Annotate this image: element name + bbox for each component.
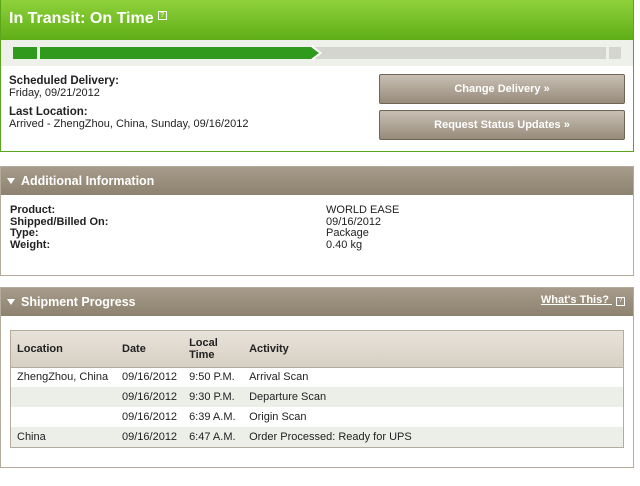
type-value: Package (326, 227, 369, 239)
delivery-info: Scheduled Delivery: Friday, 09/21/2012 L… (9, 75, 369, 137)
status-title: In Transit: On Time (9, 10, 154, 27)
change-delivery-button[interactable]: Change Delivery » (379, 74, 625, 104)
scheduled-delivery-label: Scheduled Delivery: (9, 75, 119, 87)
cell-location: China (17, 431, 46, 443)
cell-time: 9:50 P.M. (189, 371, 235, 384)
cell-location (11, 407, 116, 427)
cell-date: 09/16/2012 (122, 411, 178, 423)
table-row: ZhengZhou, China 09/16/2012 9:50 P.M. Ar… (11, 367, 623, 387)
product-label: Product: (10, 204, 56, 216)
help-icon[interactable]: ? (157, 11, 167, 20)
cell-date: 09/16/2012 (122, 391, 178, 403)
shipment-progress-table: Location Date Local Time Activity ZhengZ… (10, 330, 624, 448)
cell-activity: Departure Scan (249, 391, 327, 403)
progress-end-divider (606, 47, 609, 59)
additional-information-header[interactable]: Additional Information (1, 167, 633, 195)
weight-label: Weight: (10, 238, 51, 251)
shipment-progress-section: Shipment Progress What's This? ? Locatio… (0, 287, 634, 468)
table-row: 09/16/2012 9:30 P.M. Departure Scan (11, 387, 623, 407)
product-value: WORLD EASE (326, 204, 400, 216)
column-header-location: Location (11, 331, 116, 368)
shipment-progress-title: Shipment Progress (21, 295, 136, 309)
additional-information-section: Additional Information Product: Shipped/… (0, 166, 634, 276)
additional-information-details: Product: Shipped/Billed On: Type: Weight… (1, 195, 633, 275)
cell-location (11, 387, 116, 407)
shipment-progress-header[interactable]: Shipment Progress What's This? ? (1, 288, 633, 316)
info-values: WORLD EASE 09/16/2012 Package 0.40 kg (326, 204, 400, 251)
request-status-updates-button[interactable]: Request Status Updates » (379, 110, 625, 140)
table-row: China 09/16/2012 6:47 A.M. Order Process… (11, 427, 623, 447)
info-labels: Product: Shipped/Billed On: Type: Weight… (10, 204, 108, 251)
last-location-label: Last Location: (9, 106, 88, 118)
cell-location: ZhengZhou, China (17, 371, 109, 384)
progress-segment-divider (37, 47, 40, 59)
table-header-row: Location Date Local Time Activity (11, 331, 623, 368)
progress-bar (13, 45, 621, 61)
collapse-triangle-icon[interactable] (7, 299, 15, 305)
type-label: Type: (10, 227, 39, 239)
cell-date: 09/16/2012 (122, 431, 178, 443)
column-header-local-time: Local Time (183, 331, 244, 368)
cell-activity: Arrival Scan (249, 371, 309, 384)
progress-arrow-icon (311, 47, 319, 59)
table-row: 09/16/2012 6:39 A.M. Origin Scan (11, 407, 623, 427)
progress-bar-fill (13, 47, 311, 59)
additional-information-title: Additional Information (21, 174, 155, 188)
cell-time: 9:30 P.M. (189, 391, 235, 403)
cell-time: 6:39 A.M. (189, 411, 236, 423)
weight-value: 0.40 kg (326, 238, 363, 251)
collapse-triangle-icon[interactable] (7, 178, 15, 184)
whats-this-link[interactable]: What's This? ? (541, 294, 625, 306)
help-icon[interactable]: ? (616, 297, 625, 306)
status-header: In Transit: On Time? (1, 0, 633, 40)
last-location-value: Arrived - ZhengZhou, China, Sunday, 09/1… (9, 118, 249, 130)
column-header-local-time-label: Local Time (189, 336, 218, 361)
status-card: In Transit: On Time? Scheduled Delivery:… (0, 0, 634, 152)
column-header-activity: Activity (243, 331, 623, 368)
cell-activity: Order Processed: Ready for UPS (249, 431, 412, 443)
cell-activity: Origin Scan (249, 411, 307, 423)
scheduled-delivery-value: Friday, 09/21/2012 (9, 87, 100, 99)
cell-time: 6:47 A.M. (189, 431, 236, 443)
whats-this-label: What's This? (540, 294, 609, 306)
cell-date: 09/16/2012 (122, 371, 178, 384)
progress-band (1, 40, 633, 66)
column-header-date: Date (116, 331, 184, 368)
